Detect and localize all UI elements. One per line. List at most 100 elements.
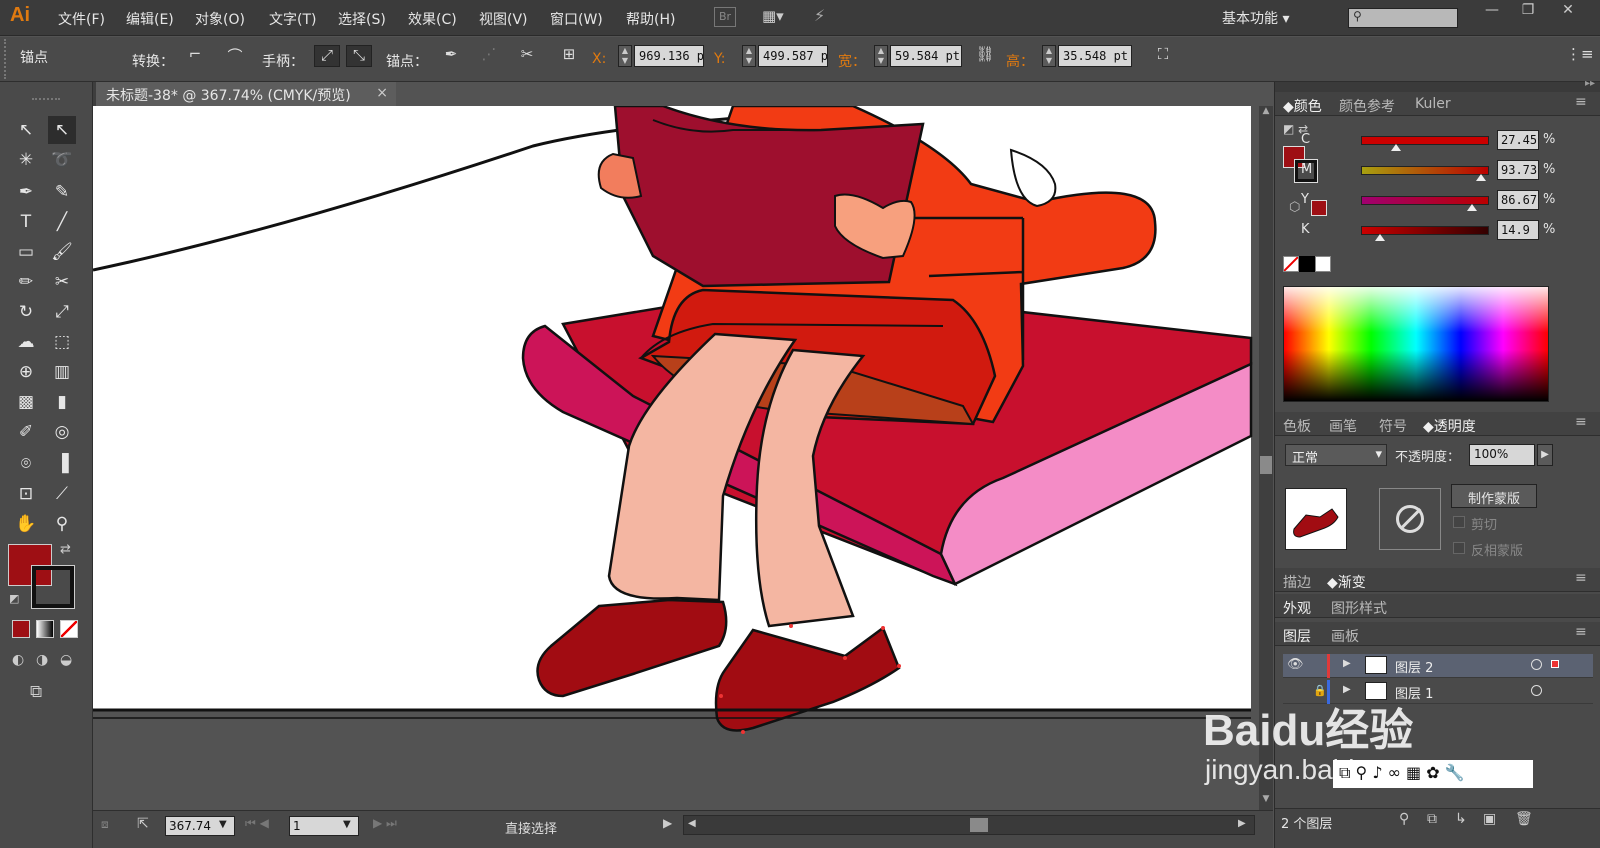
- mesh-tool-icon[interactable]: ▩: [12, 388, 40, 416]
- anchor-point[interactable]: [789, 624, 793, 628]
- make-mask-button[interactable]: 制作蒙版: [1451, 484, 1537, 508]
- menu-view[interactable]: 视图(V): [479, 9, 528, 29]
- zoom-tool-icon[interactable]: ⚲: [48, 510, 76, 538]
- screen-mode-icon[interactable]: ⧉: [30, 682, 42, 702]
- blend-mode-select[interactable]: 正常 ▾: [1285, 444, 1387, 466]
- control-menu-icon[interactable]: ⋮≡: [1566, 45, 1594, 67]
- hand-tool-icon[interactable]: ✋: [12, 510, 40, 538]
- x-spinner[interactable]: ▲ ▼: [618, 45, 632, 67]
- toolbox-grip[interactable]: [32, 98, 60, 101]
- opacity-slider-button[interactable]: ▶: [1537, 444, 1553, 466]
- type-tool-icon[interactable]: T: [12, 208, 40, 236]
- eyedropper-icon[interactable]: ✐: [12, 418, 40, 446]
- minimize-icon[interactable]: —: [1474, 2, 1510, 22]
- shape-builder-icon[interactable]: ⊕: [12, 358, 40, 386]
- reference-point-icon[interactable]: ⊞: [556, 45, 582, 67]
- tab-appearance[interactable]: 外观: [1283, 598, 1311, 618]
- horizontal-scrollbar[interactable]: ◀ ▶: [683, 815, 1255, 835]
- menu-type[interactable]: 文字(T): [269, 9, 316, 29]
- scroll-right-icon[interactable]: ▶: [1238, 818, 1246, 829]
- height-field[interactable]: 35.548 pt: [1058, 45, 1132, 67]
- expand-layer-icon[interactable]: ▶: [1343, 658, 1351, 669]
- color-spectrum[interactable]: [1283, 286, 1549, 402]
- tab-brushes[interactable]: 画笔: [1329, 416, 1357, 436]
- channel-value-field[interactable]: 86.67: [1497, 190, 1539, 210]
- color-mode-icon[interactable]: [12, 620, 30, 638]
- blend-tool-icon[interactable]: ◎: [48, 418, 76, 446]
- locate-object-icon[interactable]: ⚲: [1399, 811, 1409, 827]
- y-field[interactable]: 499.587 p: [758, 45, 828, 67]
- menu-file[interactable]: 文件(F): [58, 9, 105, 29]
- scroll-thumb[interactable]: [1260, 456, 1272, 474]
- channel-value-field[interactable]: 27.45: [1497, 130, 1539, 150]
- default-colors-icon[interactable]: ◩: [9, 592, 19, 605]
- draw-normal-icon[interactable]: ◐: [12, 652, 24, 668]
- symbol-sprayer-icon[interactable]: ⌾: [12, 450, 40, 478]
- hscroll-thumb[interactable]: [970, 818, 988, 832]
- width-field[interactable]: 59.584 pt: [890, 45, 962, 67]
- workspace-switcher[interactable]: 基本功能 ▾: [1222, 8, 1289, 28]
- anchor-point[interactable]: [741, 730, 745, 734]
- scroll-down-icon[interactable]: ▼: [1260, 794, 1272, 808]
- new-sublayer-icon[interactable]: ↳: [1455, 811, 1467, 827]
- make-clipping-mask-icon[interactable]: ⧉: [1427, 811, 1437, 827]
- white-swatch[interactable]: [1315, 256, 1331, 272]
- direct-selection-tool-icon[interactable]: ↖: [48, 116, 76, 144]
- tab-color[interactable]: ◆颜色: [1283, 96, 1322, 116]
- draw-behind-icon[interactable]: ◑: [36, 652, 48, 668]
- y-spinner[interactable]: ▲ ▼: [742, 45, 756, 67]
- line-tool-icon[interactable]: ╱: [48, 208, 76, 236]
- arrange-documents-icon[interactable]: ▦▾: [762, 7, 784, 25]
- perspective-grid-icon[interactable]: ▥: [48, 358, 76, 386]
- close-window-icon[interactable]: ✕: [1550, 2, 1586, 22]
- magic-wand-icon[interactable]: ✳: [12, 146, 40, 174]
- paintbrush-icon[interactable]: 🖌: [48, 238, 76, 266]
- tab-symbols[interactable]: 符号: [1379, 416, 1407, 436]
- collapse-dock-icon[interactable]: ▸▸: [1585, 78, 1595, 89]
- channel-slider[interactable]: [1361, 136, 1489, 145]
- scroll-up-icon[interactable]: ▲: [1260, 106, 1272, 120]
- cut-path-icon[interactable]: ✂: [514, 45, 540, 67]
- channel-value-field[interactable]: 93.73: [1497, 160, 1539, 180]
- new-layer-icon[interactable]: ▣: [1483, 811, 1496, 827]
- grip-handle[interactable]: [4, 39, 8, 79]
- gradient-mode-icon[interactable]: [36, 620, 54, 638]
- tab-swatches[interactable]: 色板: [1283, 416, 1311, 436]
- connect-anchor-icon[interactable]: ⋰: [476, 45, 502, 67]
- gradient-tool-icon[interactable]: ▮: [48, 388, 76, 416]
- slider-thumb[interactable]: [1466, 204, 1477, 211]
- slider-thumb[interactable]: [1375, 234, 1386, 241]
- status-menu-icon[interactable]: ▶: [663, 816, 672, 830]
- constrain-proportions-icon[interactable]: ⛓: [972, 45, 998, 67]
- opacity-field[interactable]: 100%: [1469, 444, 1535, 466]
- lasso-icon[interactable]: ➰: [48, 146, 76, 174]
- layer-row[interactable]: 👁 ▶ 图层 2: [1283, 654, 1593, 678]
- delete-layer-icon[interactable]: 🗑: [1515, 811, 1533, 827]
- panel-menu-icon[interactable]: ≡: [1575, 570, 1587, 586]
- menu-select[interactable]: 选择(S): [338, 9, 386, 29]
- tab-transparency[interactable]: ◆透明度: [1423, 416, 1476, 436]
- swap-fill-stroke-icon[interactable]: ⇄: [60, 542, 71, 557]
- mask-thumbnail[interactable]: [1379, 488, 1441, 550]
- panel-menu-icon[interactable]: ≡: [1575, 414, 1587, 430]
- none-mode-icon[interactable]: [60, 620, 78, 638]
- menu-help[interactable]: 帮助(H): [626, 9, 675, 29]
- search-input[interactable]: ⚲: [1348, 8, 1458, 28]
- channel-value-field[interactable]: 14.9: [1497, 220, 1539, 240]
- anchor-point[interactable]: [843, 656, 847, 660]
- restore-icon[interactable]: ❐: [1510, 2, 1546, 22]
- visibility-eye-icon[interactable]: 👁: [1287, 657, 1304, 672]
- tab-color-guide[interactable]: 颜色参考: [1339, 96, 1395, 116]
- close-tab-icon[interactable]: ×: [376, 85, 388, 101]
- slider-thumb[interactable]: [1391, 144, 1402, 151]
- tab-gradient[interactable]: ◆渐变: [1327, 572, 1366, 592]
- curvature-tool-icon[interactable]: ✎: [48, 178, 76, 206]
- draw-inside-icon[interactable]: ◒: [60, 652, 72, 668]
- pencil-icon[interactable]: ✏: [12, 268, 40, 296]
- first-page-icon[interactable]: ⏮ ◀: [245, 816, 269, 831]
- tab-graphic-styles[interactable]: 图形样式: [1331, 598, 1387, 618]
- convert-to-smooth-icon[interactable]: ⌒: [222, 45, 248, 67]
- menu-window[interactable]: 窗口(W): [550, 9, 603, 29]
- none-swatch[interactable]: [1283, 256, 1299, 272]
- black-swatch[interactable]: [1299, 256, 1315, 272]
